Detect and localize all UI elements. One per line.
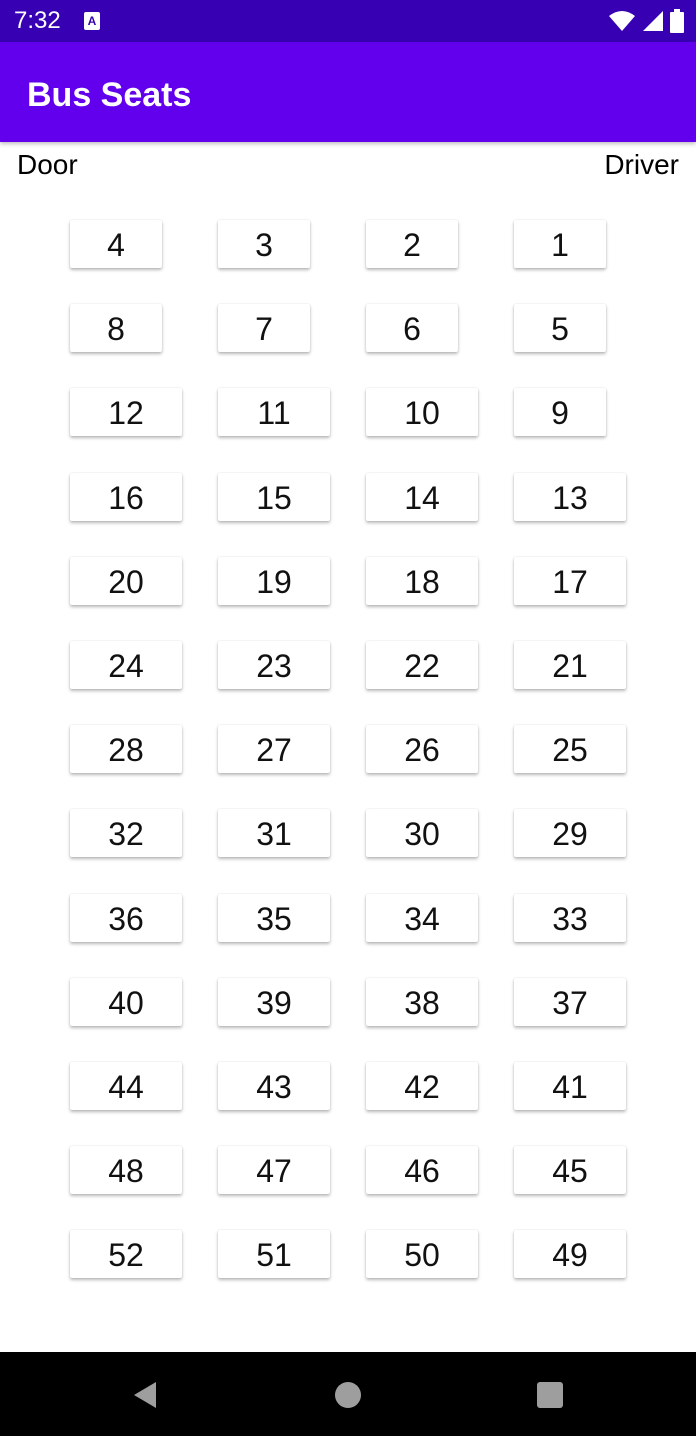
seat-button[interactable]: 36	[70, 894, 182, 942]
seat-button[interactable]: 5	[514, 304, 606, 352]
seat-button[interactable]: 20	[70, 557, 182, 605]
seat-grid: 4 3 2 1 8 7 6 5 12 11 10 9 16 15 14 13 20 19 18 17 24 23 22 21 2…	[0, 0, 696, 1350]
seat-button[interactable]: 22	[366, 641, 478, 689]
seat-button[interactable]: 33	[514, 894, 626, 942]
seat-button[interactable]: 10	[366, 388, 478, 436]
seat-button[interactable]: 16	[70, 473, 182, 521]
seat-button[interactable]: 35	[218, 894, 330, 942]
seat-button[interactable]: 9	[514, 388, 606, 436]
seat-button[interactable]: 11	[218, 388, 330, 436]
screen: 7:32 A Bus Seats Door Driver 4 3 2 1 8 7 6 5 12 1…	[0, 0, 696, 1436]
seat-button[interactable]: 3	[218, 220, 310, 268]
seat-button[interactable]: 44	[70, 1062, 182, 1110]
seat-button[interactable]: 52	[70, 1230, 182, 1278]
seat-button[interactable]: 4	[70, 220, 162, 268]
seat-button[interactable]: 29	[514, 809, 626, 857]
seat-button[interactable]: 31	[218, 809, 330, 857]
seat-button[interactable]: 15	[218, 473, 330, 521]
seat-button[interactable]: 40	[70, 978, 182, 1026]
seat-button[interactable]: 43	[218, 1062, 330, 1110]
seat-button[interactable]: 41	[514, 1062, 626, 1110]
seat-button[interactable]: 6	[366, 304, 458, 352]
seat-button[interactable]: 50	[366, 1230, 478, 1278]
seat-button[interactable]: 18	[366, 557, 478, 605]
seat-button[interactable]: 46	[366, 1146, 478, 1194]
seat-button[interactable]: 23	[218, 641, 330, 689]
seat-button[interactable]: 48	[70, 1146, 182, 1194]
seat-button[interactable]: 12	[70, 388, 182, 436]
seat-button[interactable]: 47	[218, 1146, 330, 1194]
seat-button[interactable]: 34	[366, 894, 478, 942]
seat-button[interactable]: 51	[218, 1230, 330, 1278]
seat-button[interactable]: 25	[514, 725, 626, 773]
seat-button[interactable]: 14	[366, 473, 478, 521]
seat-button[interactable]: 32	[70, 809, 182, 857]
seat-button[interactable]: 2	[366, 220, 458, 268]
seat-button[interactable]: 26	[366, 725, 478, 773]
recents-icon[interactable]	[535, 1380, 565, 1410]
seat-button[interactable]: 8	[70, 304, 162, 352]
seat-button[interactable]: 28	[70, 725, 182, 773]
seat-button[interactable]: 24	[70, 641, 182, 689]
seat-button[interactable]: 17	[514, 557, 626, 605]
seat-button[interactable]: 37	[514, 978, 626, 1026]
seat-button[interactable]: 42	[366, 1062, 478, 1110]
seat-button[interactable]: 19	[218, 557, 330, 605]
seat-button[interactable]: 30	[366, 809, 478, 857]
seat-button[interactable]: 38	[366, 978, 478, 1026]
seat-button[interactable]: 1	[514, 220, 606, 268]
seat-button[interactable]: 13	[514, 473, 626, 521]
seat-button[interactable]: 7	[218, 304, 310, 352]
seat-button[interactable]: 21	[514, 641, 626, 689]
navigation-bar	[0, 1352, 696, 1436]
seat-button[interactable]: 39	[218, 978, 330, 1026]
seat-button[interactable]: 27	[218, 725, 330, 773]
seat-button[interactable]: 49	[514, 1230, 626, 1278]
seat-button[interactable]: 45	[514, 1146, 626, 1194]
back-icon[interactable]	[130, 1380, 160, 1410]
home-icon[interactable]	[333, 1380, 363, 1410]
